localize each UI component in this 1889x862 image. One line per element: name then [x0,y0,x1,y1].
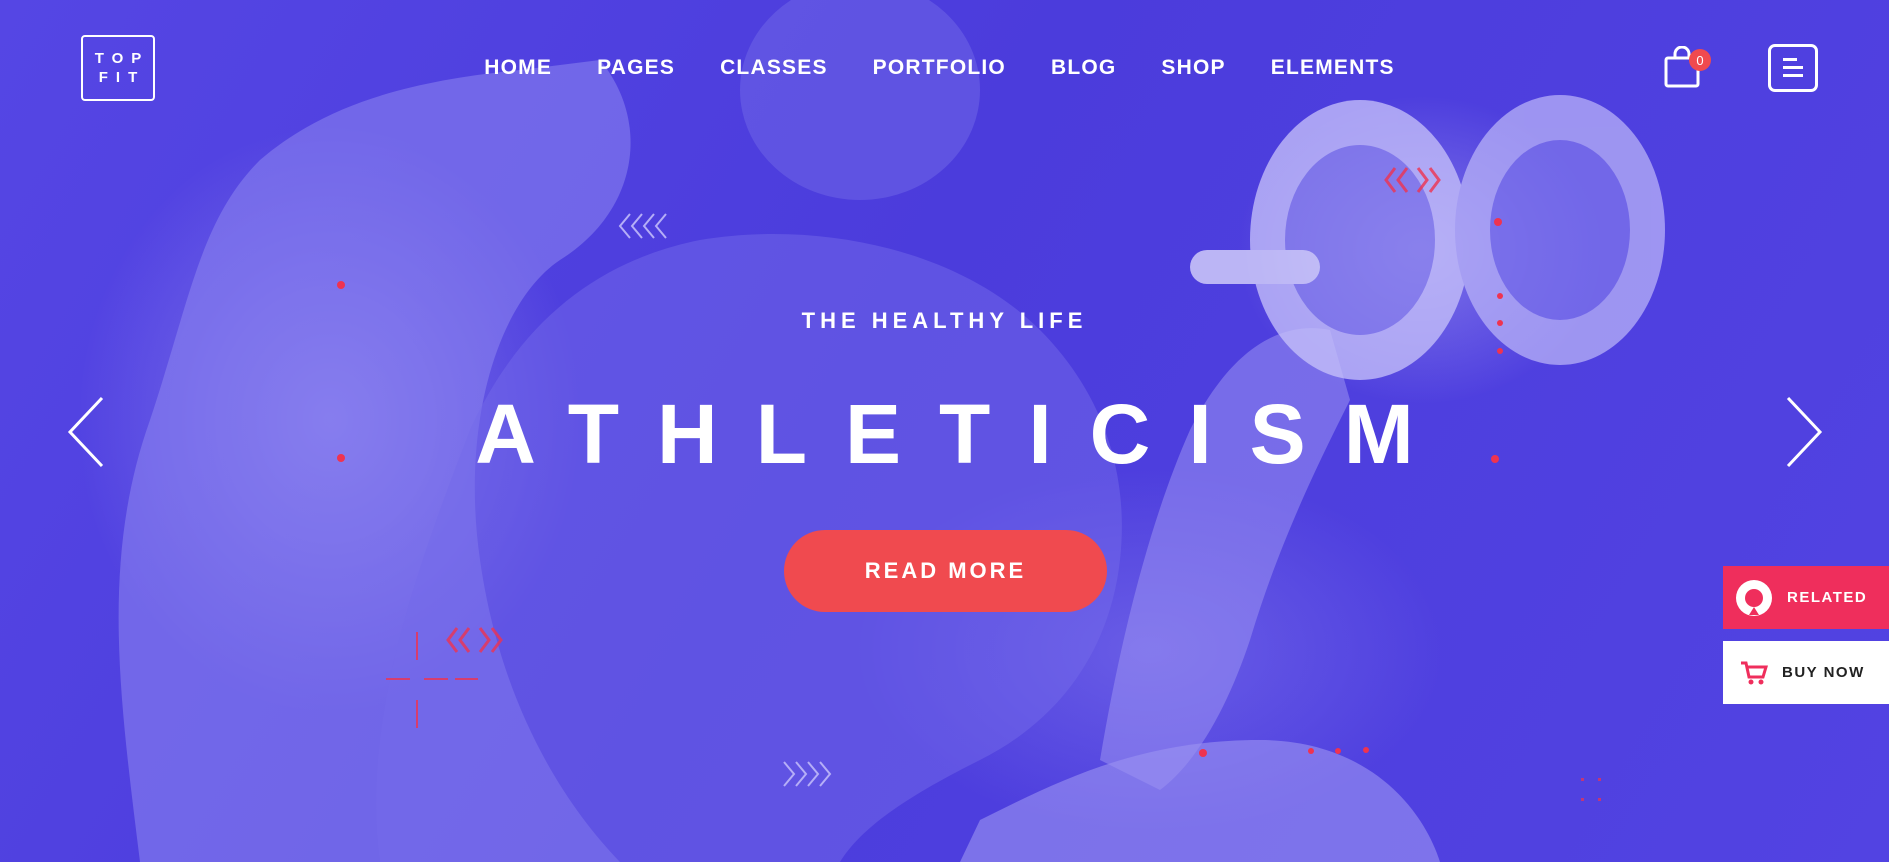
menu-icon [1783,58,1803,77]
related-label: RELATED [1787,589,1868,606]
buy-now-button[interactable]: BUY NOW [1723,641,1889,704]
nav-item-elements[interactable]: ELEMENTS [1271,56,1395,80]
menu-button[interactable] [1768,44,1818,92]
buy-now-label: BUY NOW [1782,664,1865,681]
nav-item-classes[interactable]: CLASSES [720,56,828,80]
nav-item-shop[interactable]: SHOP [1161,56,1225,80]
cart-icon [1741,661,1768,684]
read-more-button[interactable]: READ MORE [784,530,1107,612]
related-button[interactable]: RELATED [1723,566,1889,629]
nav-item-home[interactable]: HOME [484,56,552,80]
nav-item-pages[interactable]: PAGES [597,56,675,80]
chevron-left-icon[interactable] [66,396,106,468]
nav-item-blog[interactable]: BLOG [1051,56,1116,80]
related-icon [1736,579,1772,616]
hero-title: ATHLETICISM [475,387,1452,481]
cart-count-badge: 0 [1689,49,1711,71]
nav-item-portfolio[interactable]: PORTFOLIO [873,56,1006,80]
main-nav: HOME PAGES CLASSES PORTFOLIO BLOG SHOP E… [0,56,1889,80]
hero-subtitle: THE HEALTHY LIFE [801,308,1088,333]
chevron-right-icon[interactable] [1784,396,1824,468]
